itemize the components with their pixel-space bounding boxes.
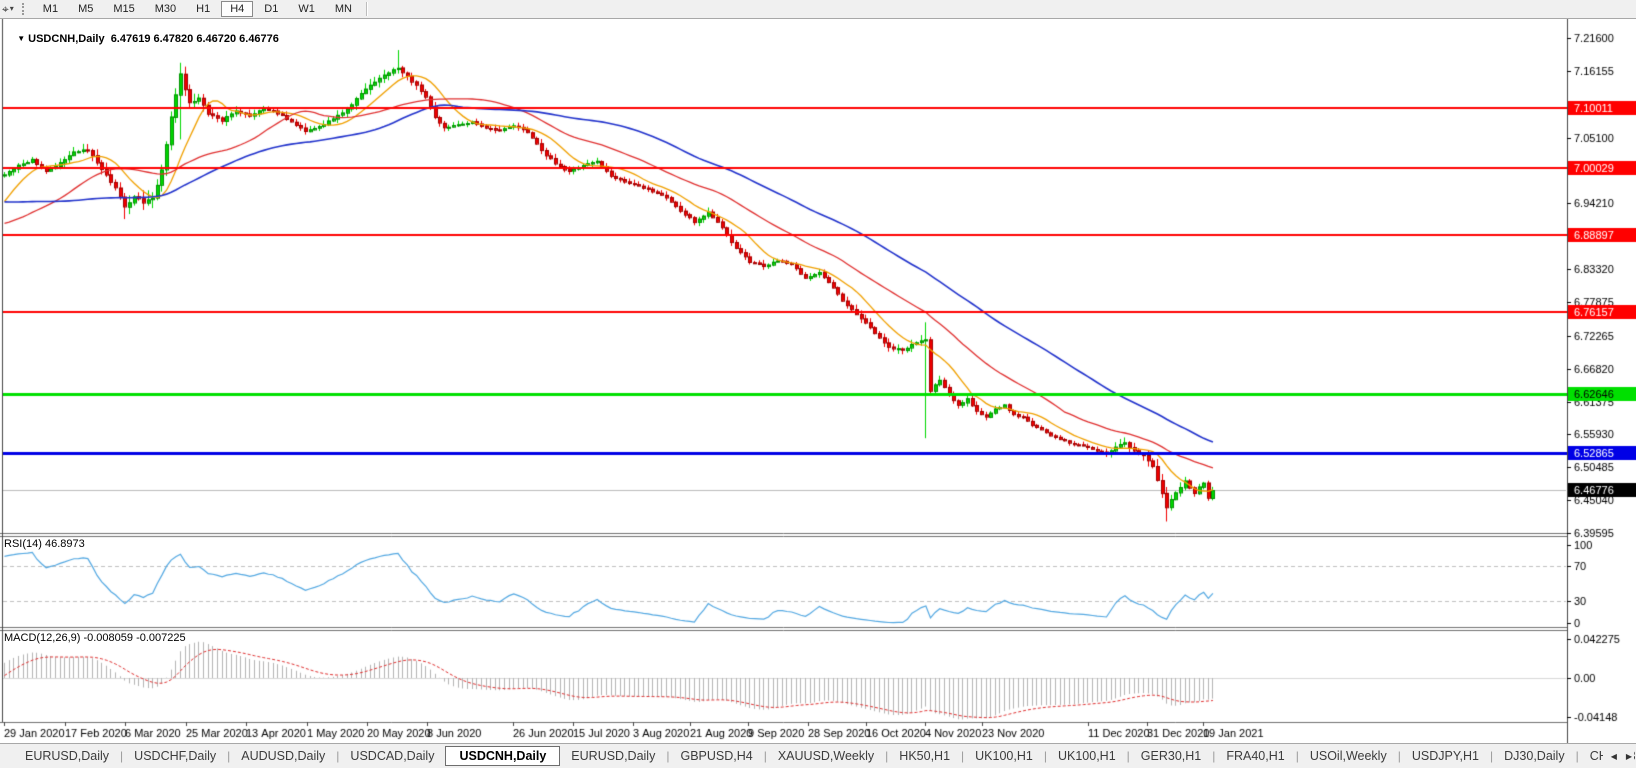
timeframe-button-m1[interactable]: M1 (34, 1, 67, 17)
chart-tab-uk100-h1[interactable]: UK100,H1 (964, 747, 1044, 765)
chart-tab-hk50-h1[interactable]: HK50,H1 (888, 747, 961, 765)
chart-title: ▼USDCNH,Daily 6.47619 6.47820 6.46720 6.… (5, 21, 279, 57)
rsi-indicator-label: RSI(14) 46.8973 (4, 538, 85, 550)
toolbar-separator (366, 2, 368, 16)
chart-tab-usdchf-daily[interactable]: USDCHF,Daily (123, 747, 227, 765)
tab-scroll-right-button[interactable]: ▶ (1624, 750, 1634, 763)
symbol-period-label: USDCNH,Daily (28, 33, 104, 45)
chart-tab-uk100-h1[interactable]: UK100,H1 (1047, 747, 1127, 765)
tab-scrollers: ◀ ▶ (1603, 744, 1634, 768)
price-chart-canvas[interactable] (0, 0, 1636, 768)
tab-scroll-left-button[interactable]: ◀ (1609, 750, 1619, 763)
macd-indicator-label: MACD(12,26,9) -0.008059 -0.007225 (4, 632, 186, 644)
chevron-down-icon: ▾ (10, 3, 14, 15)
timeframe-button-d1[interactable]: D1 (255, 1, 287, 17)
ohlc-values-label: 6.47619 6.47820 6.46720 6.46776 (111, 33, 279, 45)
chart-tab-xauusd-weekly[interactable]: XAUUSD,Weekly (767, 747, 885, 765)
timeframe-button-mn[interactable]: MN (326, 1, 361, 17)
cursor-tool-button[interactable]: ⌖ ▾ (2, 3, 14, 15)
timeframe-button-h4[interactable]: H4 (221, 1, 253, 17)
chart-tab-ger30-h1[interactable]: GER30,H1 (1130, 747, 1212, 765)
chart-tab-bar: EURUSD,Daily|USDCHF,Daily|AUDUSD,Daily|U… (0, 743, 1636, 768)
mt4-window: ⌖ ▾ M1M5M15M30H1H4D1W1MN ▼USDCNH,Daily 6… (0, 0, 1636, 768)
timeframe-button-m15[interactable]: M15 (104, 1, 143, 17)
chart-tab-audusd-daily[interactable]: AUDUSD,Daily (230, 747, 336, 765)
timeframe-button-m30[interactable]: M30 (146, 1, 185, 17)
timeframe-toolbar: ⌖ ▾ M1M5M15M30H1H4D1W1MN (0, 0, 1636, 19)
chart-tab-dj30-daily[interactable]: DJ30,Daily (1493, 747, 1575, 765)
collapse-arrow-icon[interactable]: ▼ (17, 34, 25, 43)
chart-tab-usoil-weekly[interactable]: USOil,Weekly (1299, 747, 1398, 765)
chart-tab-usdjpy-h1[interactable]: USDJPY,H1 (1401, 747, 1490, 765)
chart-tab-usdcad-daily[interactable]: USDCAD,Daily (339, 747, 445, 765)
chart-tab-fra40-h1[interactable]: FRA40,H1 (1215, 747, 1295, 765)
timeframe-button-h1[interactable]: H1 (187, 1, 219, 17)
chart-tab-eurusd-daily[interactable]: EURUSD,Daily (560, 747, 666, 765)
crosshair-icon: ⌖ (2, 3, 9, 15)
chart-tab-gbpusd-h4[interactable]: GBPUSD,H4 (669, 747, 763, 765)
toolbar-grip[interactable] (22, 3, 27, 15)
chart-tab-eurusd-daily[interactable]: EURUSD,Daily (14, 747, 120, 765)
timeframe-button-m5[interactable]: M5 (69, 1, 102, 17)
timeframe-button-group: M1M5M15M30H1H4D1W1MN (33, 1, 362, 17)
timeframe-button-w1[interactable]: W1 (289, 1, 324, 17)
chart-tab-usdcnh-daily[interactable]: USDCNH,Daily (445, 746, 560, 766)
chart-tabs: EURUSD,Daily|USDCHF,Daily|AUDUSD,Daily|U… (0, 746, 1636, 766)
